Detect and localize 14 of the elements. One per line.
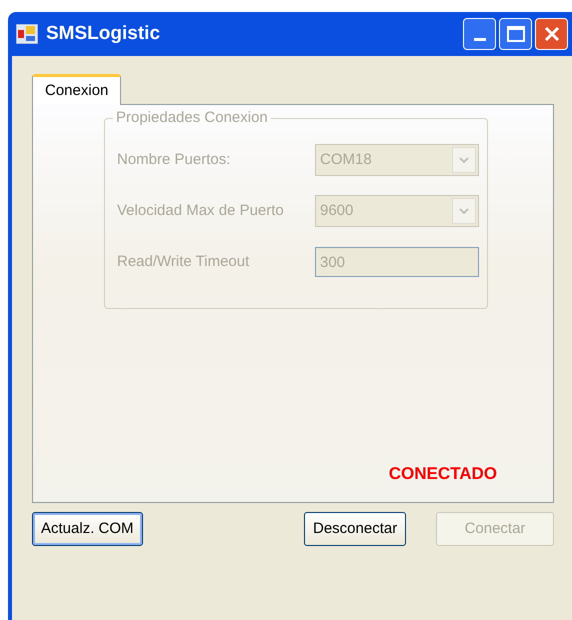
maximize-button[interactable]: [499, 18, 532, 50]
action-button[interactable]: Desconectar: [304, 512, 406, 546]
tab[interactable]: Conexion: [32, 74, 122, 105]
field-label: Read/Write Timeout: [117, 252, 250, 272]
field-label: Nombre Puertos:: [117, 150, 232, 170]
close-button[interactable]: [535, 18, 568, 50]
window-title: SMSLogistic: [46, 22, 162, 46]
minimize-button[interactable]: [463, 18, 496, 50]
close-icon: [542, 25, 560, 43]
action-button[interactable]: Actualz. COM: [32, 512, 143, 546]
app-icon: [16, 24, 38, 44]
field-label: Velocidad Max de Puerto: [117, 200, 285, 221]
group-title: Propiedades Conexion: [113, 109, 271, 127]
connection-status: CONECTADO: [388, 462, 497, 484]
